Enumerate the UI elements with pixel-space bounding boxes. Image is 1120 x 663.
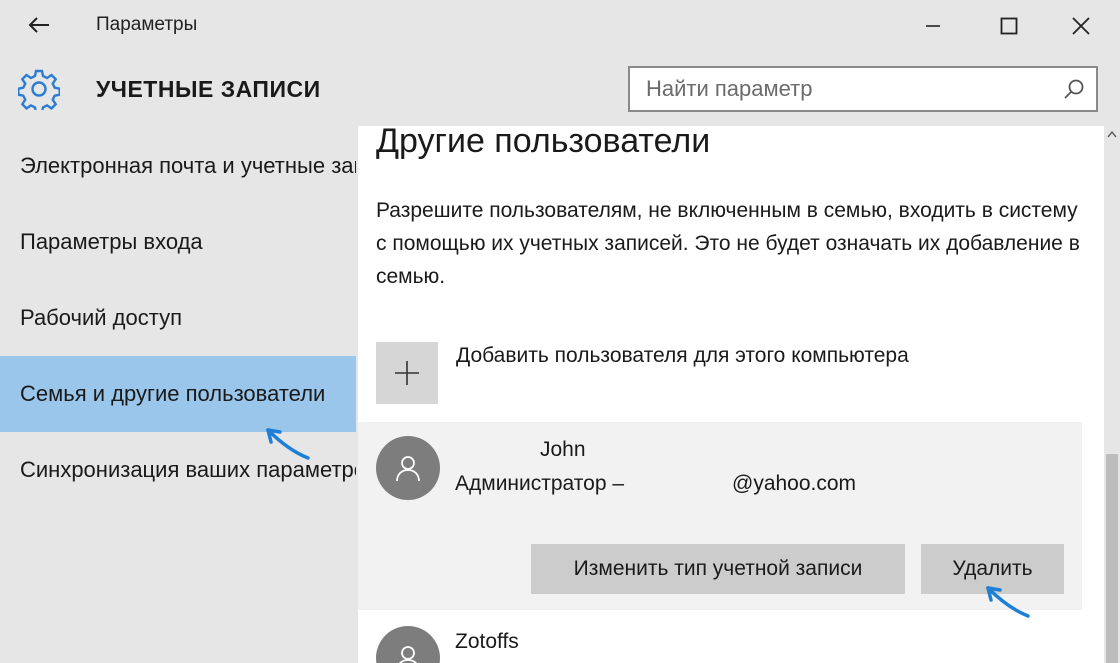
sidebar-item-work-access[interactable]: Рабочий доступ xyxy=(0,280,356,356)
user-card-john[interactable]: John Администратор – @yahoo.com Изменить… xyxy=(358,422,1082,610)
minimize-icon xyxy=(926,25,940,27)
sidebar-item-label: Параметры входа xyxy=(20,229,203,254)
close-icon xyxy=(1072,17,1090,35)
title-bar: Параметры xyxy=(0,0,1120,52)
user-icon xyxy=(396,456,420,482)
user-role: Администратор – xyxy=(455,472,625,495)
content-pane: Другие пользователи Разрешите пользовате… xyxy=(358,126,1104,663)
sidebar-item-label: Рабочий доступ xyxy=(20,305,182,330)
user-email: @yahoo.com xyxy=(732,472,857,495)
sidebar-item-label: Электронная почта и учетные записи xyxy=(20,153,356,178)
sidebar-item-email-accounts[interactable]: Электронная почта и учетные записи xyxy=(0,128,356,204)
gear-icon xyxy=(18,69,60,110)
minimize-button[interactable] xyxy=(910,8,956,44)
avatar xyxy=(376,436,440,500)
maximize-icon xyxy=(1000,17,1018,35)
change-account-type-button[interactable]: Изменить тип учетной записи xyxy=(531,544,905,594)
sidebar-item-sync-settings[interactable]: Синхронизация ваших параметров xyxy=(0,432,356,508)
app-title: Параметры xyxy=(96,14,198,35)
user-name[interactable]: Zotoffs xyxy=(455,630,519,654)
sidebar-nav: Электронная почта и учетные записи Парам… xyxy=(0,126,356,663)
search-box[interactable] xyxy=(628,66,1098,112)
back-button[interactable] xyxy=(22,10,56,40)
page-title: Другие пользователи xyxy=(376,126,711,160)
sidebar-item-family-other-users[interactable]: Семья и другие пользователи xyxy=(0,356,356,432)
delete-user-button[interactable]: Удалить xyxy=(921,544,1064,594)
search-input[interactable] xyxy=(630,68,1050,110)
sidebar-item-label: Синхронизация ваших параметров xyxy=(20,457,356,482)
add-user-button[interactable] xyxy=(376,342,438,404)
scroll-thumb[interactable] xyxy=(1106,454,1118,663)
user-name: John xyxy=(540,438,586,461)
user-icon xyxy=(398,646,418,663)
plus-icon xyxy=(395,361,419,385)
sidebar-item-sign-in-options[interactable]: Параметры входа xyxy=(0,204,356,280)
search-icon[interactable] xyxy=(1062,77,1086,101)
maximize-button[interactable] xyxy=(986,8,1032,44)
scroll-up-icon[interactable] xyxy=(1107,130,1117,138)
section-title: УЧЕТНЫЕ ЗАПИСИ xyxy=(96,76,321,102)
settings-header: УЧЕТНЫЕ ЗАПИСИ xyxy=(0,52,1120,126)
close-button[interactable] xyxy=(1058,8,1104,44)
sidebar-item-label: Семья и другие пользователи xyxy=(20,381,326,406)
content-scrollbar[interactable] xyxy=(1104,126,1120,663)
back-arrow-icon xyxy=(28,17,49,33)
add-user-label[interactable]: Добавить пользователя для этого компьюте… xyxy=(456,344,909,368)
description-text: Разрешите пользователям, не включенным в… xyxy=(376,199,1080,288)
avatar xyxy=(376,626,440,663)
